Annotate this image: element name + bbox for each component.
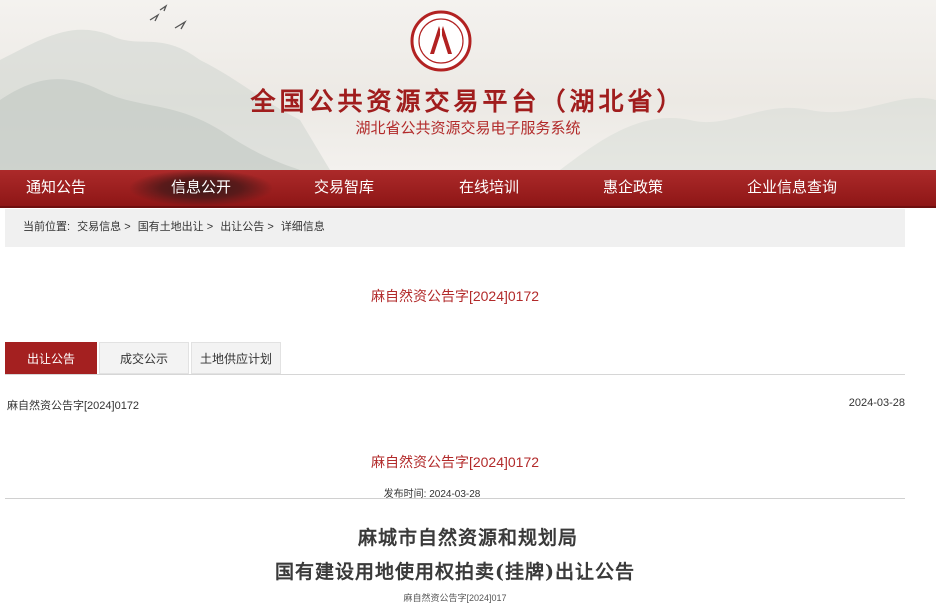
nav-item-info-public[interactable]: 信息公开 [130,170,272,206]
detail-heading: 麻自然资公告字[2024]0172 [370,454,540,470]
tab-land-supply-plan[interactable]: 土地供应计划 [191,342,281,374]
list-item-date: 2024-03-28 [848,397,905,409]
tab-transfer-notice[interactable]: 出让公告 [5,342,97,374]
site-subtitle: 湖北省公共资源交易电子服务系统 [355,120,581,137]
platform-logo [410,10,472,72]
nav-item-notices[interactable]: 通知公告 [0,170,112,206]
breadcrumb-land-transfer[interactable]: 国有土地出让 [138,221,204,233]
document-heading: 麻自然资公告字[2024]0172 [370,288,540,304]
breadcrumb-separator: > [206,221,214,233]
breadcrumb: 当前位置: 交易信息 > 国有土地出让 > 出让公告 > 详细信息 [5,209,905,247]
body-title-notice: 国有建设用地使用权拍卖(挂牌)出让公告 [275,561,635,583]
tab-deal-publicity[interactable]: 成交公示 [99,342,189,374]
site-title: 全国公共资源交易平台（湖北省） [250,87,686,116]
nav-item-company-query[interactable]: 企业信息查询 [724,170,860,206]
breadcrumb-transfer-notice[interactable]: 出让公告 [220,221,264,233]
nav-item-online-training[interactable]: 在线培训 [430,170,548,206]
breadcrumb-separator: > [124,221,131,233]
main-nav: 通知公告 信息公开 交易智库 在线培训 惠企政策 企业信息查询 [0,170,936,208]
tabs-divider [5,374,905,375]
breadcrumb-detail: 详细信息 [280,221,325,233]
header-banner: 全国公共资源交易平台（湖北省） 湖北省公共资源交易电子服务系统 [0,0,936,170]
content-divider [5,498,905,499]
breadcrumb-trade-info[interactable]: 交易信息 [77,221,121,233]
nav-item-think-tank[interactable]: 交易智库 [285,170,403,206]
body-document-number: 麻自然资公告字[2024]017 [403,593,507,603]
nav-item-policies[interactable]: 惠企政策 [574,170,692,206]
breadcrumb-label: 当前位置: [23,221,71,233]
body-title-agency: 麻城市自然资源和规划局 [357,527,578,549]
list-item-title[interactable]: 麻自然资公告字[2024]0172 [7,397,139,413]
breadcrumb-separator: > [267,221,274,233]
